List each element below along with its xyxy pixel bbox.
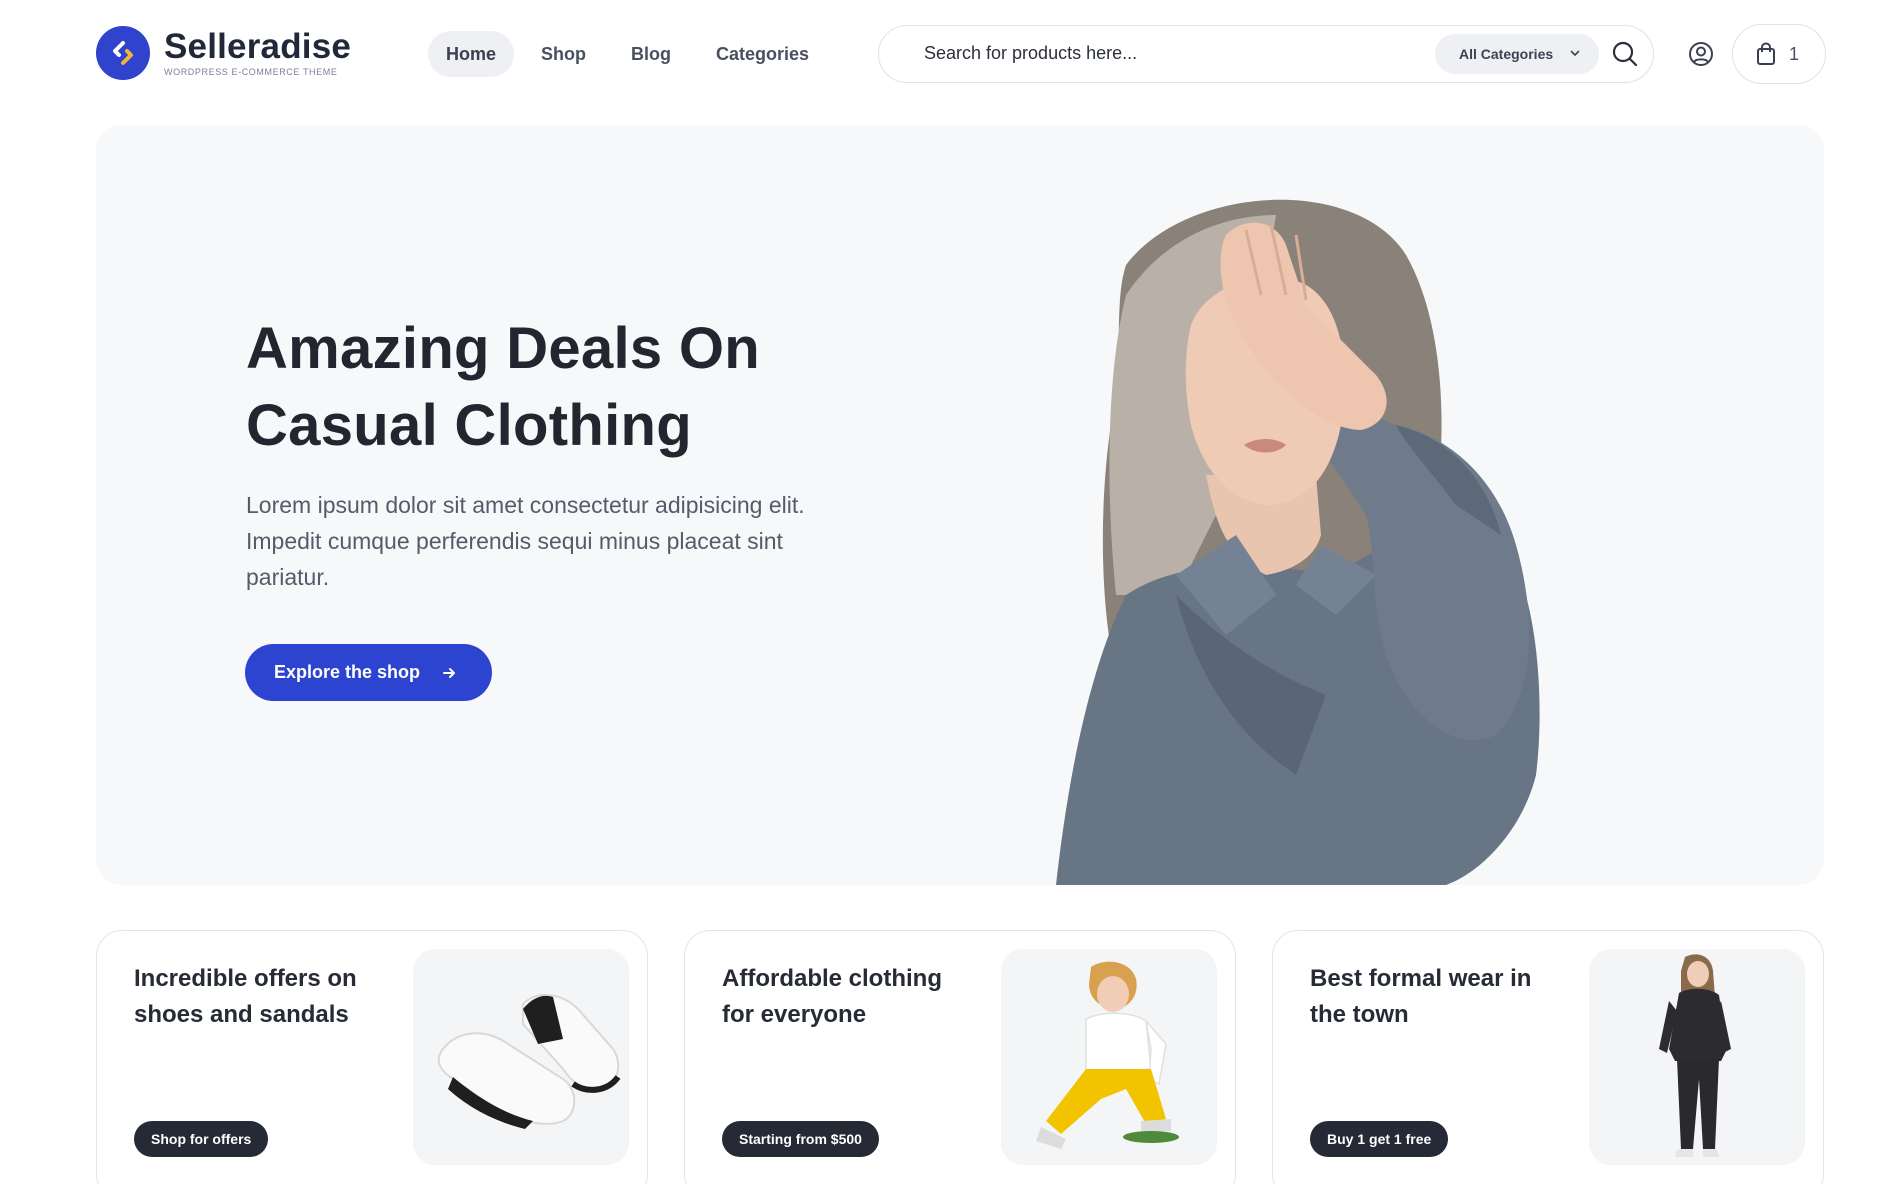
nav-item-blog[interactable]: Blog	[613, 31, 689, 77]
main-nav: Home Shop Blog Categories	[428, 31, 836, 77]
shopping-bag-icon	[1757, 42, 1775, 65]
promo-card-badge[interactable]: Buy 1 get 1 free	[1310, 1121, 1449, 1157]
brand-tagline: WORDPRESS E-COMMERCE THEME	[164, 67, 338, 77]
promo-card-badge[interactable]: Starting from $500	[722, 1121, 879, 1157]
logo-mark-icon	[96, 26, 150, 80]
nav-item-home[interactable]: Home	[428, 31, 515, 77]
promo-card-shoes[interactable]: Incredible offers on shoes and sandals S…	[96, 930, 648, 1184]
site-header: Selleradise WORDPRESS E-COMMERCE THEME H…	[0, 0, 1894, 108]
brand-name: Selleradise	[164, 27, 352, 66]
chevron-down-icon	[1570, 50, 1580, 56]
promo-card-formal[interactable]: Best formal wear in the town Buy 1 get 1…	[1272, 930, 1824, 1184]
sneakers-image	[413, 949, 629, 1165]
hero-title: Amazing Deals On Casual Clothing	[246, 316, 761, 458]
category-select[interactable]: All Categories	[1435, 34, 1599, 74]
cart-count: 1	[1789, 43, 1800, 64]
site-logo[interactable]: Selleradise WORDPRESS E-COMMERCE THEME	[96, 26, 351, 80]
promo-card-title: Affordable clothing for everyone	[722, 965, 942, 1028]
user-circle-icon[interactable]	[1687, 40, 1715, 68]
promo-card-title: Incredible offers on shoes and sandals	[134, 965, 357, 1028]
promo-card-badge[interactable]: Shop for offers	[134, 1121, 269, 1157]
promo-card-clothing[interactable]: Affordable clothing for everyone Startin…	[684, 930, 1236, 1184]
promo-card-title: Best formal wear in the town	[1310, 965, 1532, 1028]
search-input[interactable]	[924, 26, 1444, 81]
explore-shop-button[interactable]: Explore the shop	[245, 644, 492, 701]
nav-item-categories[interactable]: Categories	[698, 31, 827, 77]
boy-sitting-image	[1001, 949, 1217, 1165]
explore-shop-label: Explore the shop	[274, 662, 421, 682]
arrow-right-icon	[443, 668, 455, 678]
hero-model-image	[1056, 199, 1540, 885]
category-select-value: All Categories	[1459, 46, 1554, 62]
search-icon[interactable]	[1611, 40, 1639, 68]
hero-banner: Amazing Deals On Casual Clothing Lorem i…	[96, 125, 1824, 885]
cart-button[interactable]: 1	[1732, 24, 1826, 84]
search-bar: All Categories	[878, 25, 1654, 83]
woman-standing-image	[1589, 949, 1805, 1165]
nav-item-shop[interactable]: Shop	[523, 31, 604, 77]
hero-description: Lorem ipsum dolor sit amet consectetur a…	[246, 492, 805, 590]
